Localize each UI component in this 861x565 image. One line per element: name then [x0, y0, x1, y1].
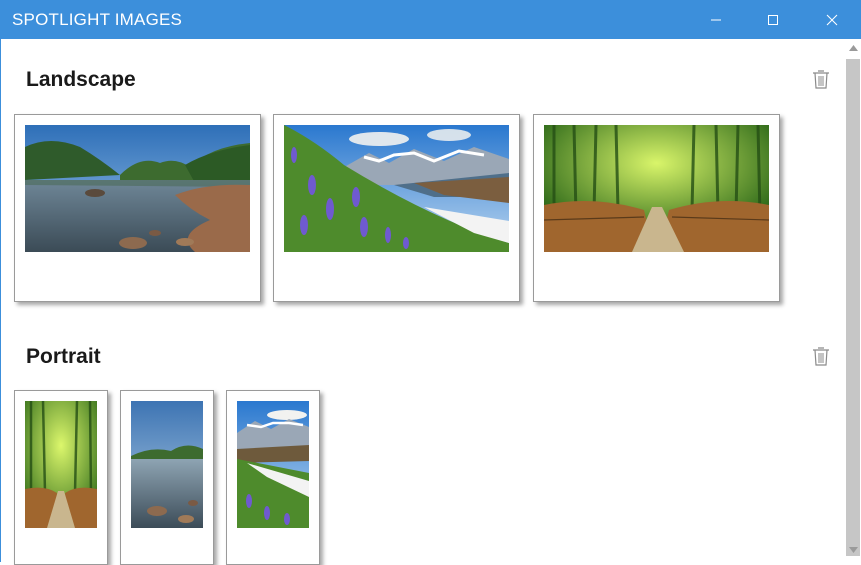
- scroll-down-arrow-icon[interactable]: [849, 547, 858, 553]
- scroll-up-arrow-icon[interactable]: [849, 45, 858, 51]
- photo-meadow-portrait: [237, 401, 309, 528]
- title-bar: SPOTLIGHT IMAGES: [0, 0, 861, 39]
- landscape-image-lake[interactable]: [14, 114, 261, 302]
- section-title-landscape: Landscape: [26, 68, 136, 91]
- trash-icon[interactable]: [812, 69, 830, 89]
- photo-bamboo: [544, 125, 769, 252]
- close-icon: [826, 14, 838, 25]
- minimize-button[interactable]: [693, 0, 739, 39]
- photo-lake-portrait: [131, 401, 203, 528]
- minimize-icon: [711, 19, 721, 20]
- photo-meadow: [284, 125, 509, 252]
- section-title-portrait: Portrait: [26, 345, 101, 368]
- portrait-image-meadow[interactable]: [226, 390, 320, 565]
- landscape-image-meadow[interactable]: [273, 114, 520, 302]
- trash-icon[interactable]: [812, 346, 830, 366]
- maximize-icon: [768, 14, 778, 25]
- close-button[interactable]: [809, 0, 855, 39]
- scrollbar-thumb[interactable]: [846, 59, 860, 556]
- photo-bamboo-portrait: [25, 401, 97, 528]
- landscape-image-bamboo[interactable]: [533, 114, 780, 302]
- vertical-scrollbar[interactable]: [845, 39, 861, 562]
- photo-lake: [25, 125, 250, 252]
- portrait-image-lake[interactable]: [120, 390, 214, 565]
- window-title: SPOTLIGHT IMAGES: [12, 10, 183, 29]
- maximize-button[interactable]: [750, 0, 796, 39]
- portrait-image-bamboo[interactable]: [14, 390, 108, 565]
